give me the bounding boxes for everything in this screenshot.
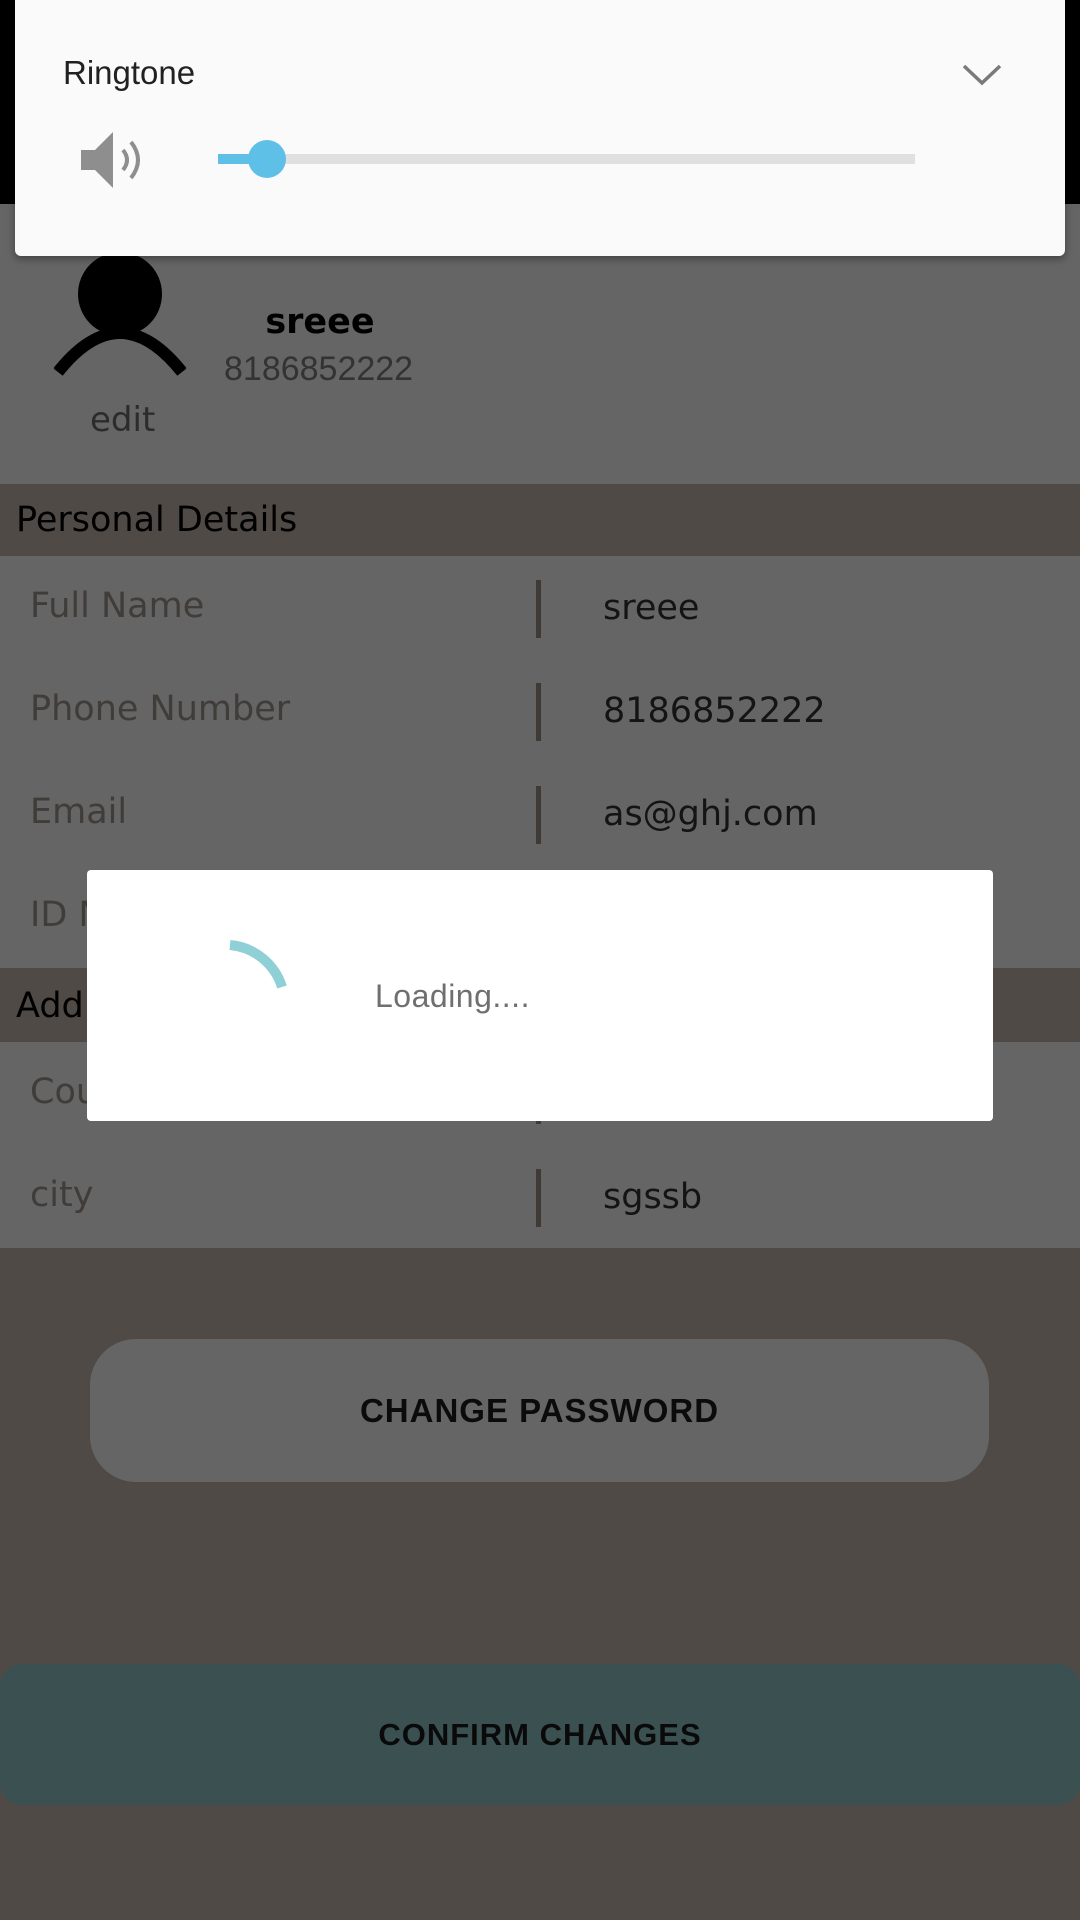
profile-name: sreee [265,302,375,342]
volume-slider-thumb[interactable] [247,140,286,178]
volume-stream-title: Ringtone [63,54,196,91]
edit-avatar-link[interactable]: edit [90,400,155,440]
field-divider [536,580,541,638]
field-divider [536,1169,541,1227]
field-label: Full Name [30,586,205,626]
volume-panel: Ringtone [15,0,1065,256]
chevron-down-icon[interactable] [961,62,1003,88]
field-divider [536,786,541,844]
personal-details-title: Personal Details [16,500,298,540]
field-divider [536,683,541,741]
profile-phone: 8186852222 [224,350,414,388]
full-name-value[interactable]: sreee [603,588,699,628]
personal-details-header: Personal Details [0,484,1080,556]
speaker-icon[interactable] [77,128,147,192]
volume-slider-track[interactable] [218,154,915,164]
field-label: city [30,1175,94,1215]
field-row-email[interactable]: Email as@ghj.com [0,762,1080,865]
loading-spinner-icon [229,940,287,989]
field-label: Email [30,792,128,832]
change-password-button[interactable]: CHANGE PASSWORD [90,1339,989,1482]
loading-text: Loading.... [375,978,530,1014]
field-row-full-name[interactable]: Full Name sreee [0,556,1080,659]
address-title: Add [16,986,84,1026]
field-row-city[interactable]: city sgssb [0,1145,1080,1248]
confirm-changes-button[interactable]: CONFIRM CHANGES [0,1664,1080,1805]
field-row-phone-number[interactable]: Phone Number 8186852222 [0,659,1080,762]
email-value[interactable]: as@ghj.com [603,794,818,834]
avatar-icon[interactable] [54,254,186,384]
phone-number-value[interactable]: 8186852222 [603,691,826,731]
city-value[interactable]: sgssb [603,1177,702,1217]
loading-dialog: Loading.... [87,870,993,1121]
field-label: Phone Number [30,689,291,729]
